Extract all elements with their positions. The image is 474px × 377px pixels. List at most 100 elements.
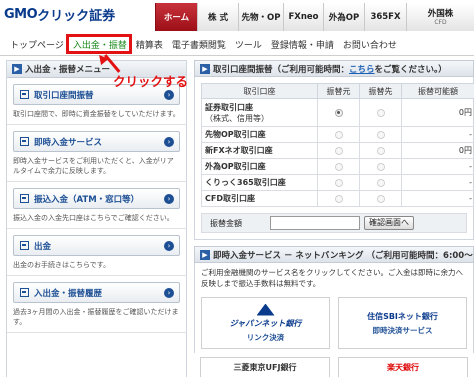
tab-foreign-cfd[interactable]: 外国株 CFD	[406, 3, 474, 31]
tab-365fx-label: 365FX	[370, 12, 401, 22]
bank-japannet-button[interactable]: ジャパンネット銀行 リンク決済	[201, 297, 330, 349]
subnav-item-settlement[interactable]: 精算表	[136, 38, 163, 51]
securities-account-sub: （株式、信用等）	[205, 113, 269, 123]
tab-fx-options-label: 外為OP	[328, 13, 360, 23]
sidebar-title: 入出金・振替メニュー	[25, 65, 111, 75]
col-account: 取引口座	[201, 83, 318, 99]
instant-deposit-button[interactable]: 即時入金サービス ›	[13, 131, 180, 152]
tab-foreign-cfd-sub: CFD	[434, 18, 447, 26]
bank-rakuten-button[interactable]: 楽天銀行	[338, 357, 468, 377]
from-cell	[317, 126, 360, 143]
to-radio[interactable]	[376, 146, 385, 155]
from-radio[interactable]	[334, 194, 343, 203]
subnav-item-registration[interactable]: 登録情報・申請	[271, 38, 334, 51]
subnav-item-tools[interactable]: ツール	[235, 38, 262, 51]
table-row: くりっく365取引口座 -	[201, 174, 474, 191]
subnav-item-documents[interactable]: 電子書類閲覧	[172, 38, 226, 51]
tab-fxneo[interactable]: FXneo	[283, 3, 323, 31]
securities-account-name: 証券取引口座	[205, 102, 253, 112]
availability-link[interactable]: こちら	[349, 63, 375, 75]
fxop-account-name: 外為OP取引口座	[201, 158, 318, 175]
withdrawal-label: 出金	[34, 241, 52, 252]
account-transfer-label: 取引口座間振替	[34, 90, 94, 101]
from-radio[interactable]	[334, 162, 343, 171]
bank-sbi-button[interactable]: 住信SBIネット銀行 即時決済サービス	[338, 297, 467, 349]
cfd-account-name: CFD取引口座	[201, 190, 318, 207]
to-radio[interactable]	[376, 194, 385, 203]
to-radio[interactable]	[376, 178, 385, 187]
bank-list: ジャパンネット銀行 リンク決済 住信SBIネット銀行 即時決済サービス	[194, 293, 474, 353]
bank-mufg-button[interactable]: 三菱東京UFJ銀行	[200, 357, 330, 377]
table-row: 先物OP取引口座 -	[201, 126, 474, 143]
instant-panel-header: ▶ 即時入金サービス － ネットバンキング （ご利用可能時間：6:00～15	[194, 246, 474, 263]
arrow-right-icon: ›	[164, 241, 174, 251]
sidebar-item-bank-deposit: 振込入金（ATM・窓口等） › 振込入金の入金先口座はこちらでご確認ください。	[7, 182, 186, 229]
document-icon	[20, 137, 29, 146]
arrow-icon: ▶	[12, 64, 22, 74]
tab-home[interactable]: ホーム	[155, 3, 197, 31]
from-radio[interactable]	[334, 178, 343, 187]
to-cell	[359, 158, 402, 175]
confirm-button[interactable]: 確認画面へ	[364, 216, 414, 230]
instant-deposit-desc: 即時入金サービスをご利用いただくと、入金がリアルタイムで余力に反映します。	[13, 157, 174, 175]
subnav-item-top[interactable]: トップページ	[10, 38, 64, 51]
arrow-icon: ▶	[200, 249, 210, 260]
sidebar-item-history: 入出金・振替履歴 › 過去3ヶ月間の入出金・振替履歴をご確認いただけます。	[7, 276, 186, 333]
from-radio[interactable]	[334, 130, 343, 139]
tab-fx-options[interactable]: 外為OP	[323, 3, 364, 31]
bank-deposit-desc: 振込入金の入金先口座はこちらでご確認ください。	[13, 214, 174, 222]
from-radio[interactable]	[334, 146, 343, 155]
available-amount: -	[401, 190, 474, 207]
available-amount: 0円	[401, 142, 474, 159]
subnav-item-contact[interactable]: お問い合わせ	[343, 38, 397, 51]
tab-365fx[interactable]: 365FX	[364, 3, 406, 31]
to-cell	[359, 98, 402, 127]
callout-text: クリックする	[113, 74, 189, 89]
account-transfer-desc: 取引口座間で、即時に資金振替をしていただけます。	[13, 110, 180, 118]
to-radio[interactable]	[376, 108, 385, 117]
futures-account-name: 先物OP取引口座	[201, 126, 318, 143]
col-from: 振替元	[317, 83, 360, 99]
bank-name: 三菱東京UFJ銀行	[233, 363, 297, 372]
bird-logo-icon	[256, 303, 275, 316]
from-cell	[317, 190, 360, 207]
arrow-right-icon: ›	[164, 90, 174, 100]
arrow-right-icon: ›	[164, 194, 174, 204]
from-radio[interactable]	[334, 108, 343, 117]
arrow-right-icon: ›	[164, 137, 174, 147]
table-row: 外為OP取引口座 -	[201, 158, 474, 175]
arrow-icon: ▶	[200, 63, 210, 74]
instant-deposit-panel: ▶ 即時入金サービス － ネットバンキング （ご利用可能時間：6:00～15 ご…	[194, 246, 474, 377]
subnav-divider	[0, 55, 474, 56]
tab-stocks-label: 株 式	[208, 13, 228, 23]
tab-stocks[interactable]: 株 式	[197, 3, 238, 31]
to-cell	[359, 126, 402, 143]
bank-name: 住信SBIネット銀行	[367, 311, 438, 321]
tab-home-label: ホーム	[163, 13, 190, 23]
table-row: 証券取引口座 （株式、信用等） 0円	[201, 98, 474, 127]
bank-deposit-button[interactable]: 振込入金（ATM・窓口等） ›	[13, 188, 180, 209]
gmo-click-logo[interactable]: GMO クリック証券	[4, 3, 115, 25]
history-button[interactable]: 入出金・振替履歴 ›	[13, 282, 180, 303]
withdrawal-button[interactable]: 出金 ›	[13, 235, 180, 256]
bank-deposit-label: 振込入金（ATM・窓口等）	[34, 194, 140, 205]
transfer-panel-title: 取引口座間振替（ご利用可能時間：	[213, 64, 350, 75]
from-cell	[317, 98, 360, 127]
instant-deposit-label: 即時入金サービス	[34, 137, 103, 148]
available-amount: -	[401, 158, 474, 175]
logo-gmo-text: GMO	[4, 6, 38, 22]
document-icon	[20, 288, 29, 297]
tab-futures-options[interactable]: 先物・OP	[238, 3, 283, 31]
sidebar-item-instant-deposit: 即時入金サービス › 即時入金サービスをご利用いただくと、入金がリアルタイムで余…	[7, 125, 186, 182]
row-account-name: 証券取引口座 （株式、信用等）	[201, 98, 318, 127]
to-radio[interactable]	[376, 130, 385, 139]
document-icon	[20, 194, 29, 203]
logo-brand-text: クリック証券	[37, 8, 116, 24]
transfer-amount-input[interactable]	[270, 216, 360, 230]
bank-name: ジャパンネット銀行	[229, 318, 302, 328]
bank-service: リンク決済	[246, 332, 285, 342]
bank-list-row2: 三菱東京UFJ銀行 楽天銀行	[194, 353, 474, 377]
from-cell	[317, 142, 360, 159]
from-cell	[317, 174, 360, 191]
to-radio[interactable]	[376, 162, 385, 171]
